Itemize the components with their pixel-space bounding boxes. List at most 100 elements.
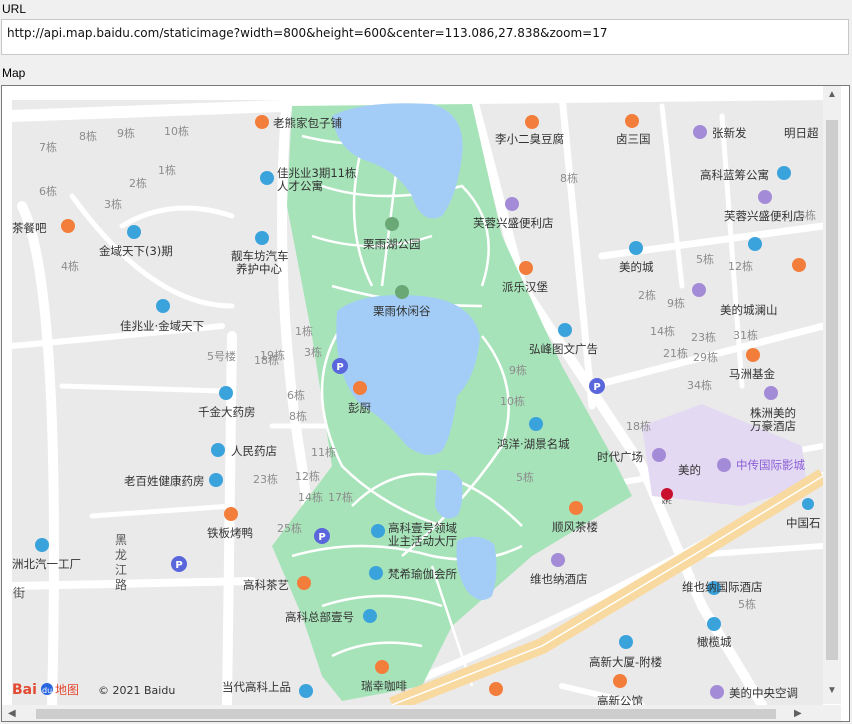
poi-marker <box>61 219 75 233</box>
poi-marker <box>558 323 572 337</box>
block-label: 5栋 <box>738 597 756 611</box>
svg-text:P: P <box>318 532 325 543</box>
poi-marker <box>297 576 311 590</box>
poi-marker <box>395 285 409 299</box>
scroll-right-icon[interactable]: ▶ <box>794 709 802 719</box>
poi-label: 美的 <box>678 463 701 477</box>
poi-marker <box>529 417 543 431</box>
poi-marker <box>209 473 223 487</box>
scroll-left-icon[interactable]: ◀ <box>8 709 16 719</box>
poi-label: 时代广场 <box>597 450 643 464</box>
poi-label: 高新公馆 <box>597 694 643 705</box>
poi-label: 高新大厦-附楼 <box>589 655 663 669</box>
poi-marker <box>777 166 791 180</box>
poi-label: 梵希瑜伽会所 <box>388 567 457 581</box>
poi-label: 李小二臭豆腐 <box>495 132 564 146</box>
scroll-down-icon[interactable]: ▼ <box>827 686 837 696</box>
poi-label: 万豪酒店 <box>750 419 796 433</box>
block-label: 23栋 <box>691 330 716 344</box>
poi-label: 芙蓉兴盛便利店 <box>473 216 554 230</box>
block-label: 6栋 <box>39 184 57 198</box>
poi-marker <box>802 498 814 510</box>
horizontal-scroll-thumb[interactable] <box>36 709 776 719</box>
kfc-label: KFC <box>662 500 672 506</box>
poi-label: 业主活动大厅 <box>388 534 457 548</box>
poi-label: 维也纳国际酒店 <box>682 580 763 594</box>
scrollbar-corner <box>823 705 841 721</box>
poi-label: 人才公寓 <box>277 179 323 193</box>
block-label: 31栋 <box>733 328 758 342</box>
block-label: 14栋 <box>650 324 675 338</box>
block-label: 1栋 <box>158 163 176 177</box>
poi-marker <box>525 115 539 129</box>
horizontal-scrollbar[interactable]: ◀ ▶ <box>2 705 841 721</box>
poi-marker <box>255 115 269 129</box>
map-viewport[interactable]: P P P P KFC 老熊家包子铺 李小二臭豆腐 卤三国 张新发 明日超 佳兆… <box>1 85 850 722</box>
logo-map: 地图 <box>55 683 79 697</box>
poi-label: 高科总部壹号 <box>285 610 354 624</box>
poi-marker <box>692 283 706 297</box>
poi-label: 高科蓝筹公寓 <box>700 168 769 182</box>
block-label: 8栋 <box>79 129 97 143</box>
poi-marker <box>693 125 707 139</box>
poi-label: 明日超 <box>784 126 819 140</box>
poi-marker <box>619 635 633 649</box>
poi-label: 老百姓健康药房 <box>124 474 205 488</box>
poi-marker <box>255 231 269 245</box>
block-label: 3栋 <box>104 197 122 211</box>
poi-marker <box>569 501 583 515</box>
block-label: 12栋 <box>295 469 320 483</box>
poi-label: 株洲美的 <box>750 406 796 420</box>
poi-marker <box>375 660 389 674</box>
copyright: © 2021 Baidu <box>98 684 175 697</box>
parking-icon: P <box>589 378 605 394</box>
poi-label: 洲北汽一工厂 <box>12 557 81 571</box>
poi-label: 当代高科上品 <box>222 680 291 694</box>
map-image[interactable]: P P P P KFC 老熊家包子铺 李小二臭豆腐 卤三国 张新发 明日超 佳兆… <box>2 86 823 705</box>
poi-marker <box>710 685 724 699</box>
logo-du: du <box>42 686 52 695</box>
poi-label: 高科茶艺 <box>243 578 289 592</box>
block-label: 11栋 <box>311 445 336 459</box>
url-input[interactable]: http://api.map.baidu.com/staticimage?wid… <box>1 19 849 55</box>
poi-marker <box>353 381 367 395</box>
block-label: 10栋 <box>164 124 189 138</box>
vertical-scroll-thumb[interactable] <box>826 120 838 660</box>
svg-text:P: P <box>175 560 182 571</box>
block-label: 5栋 <box>696 252 714 266</box>
poi-marker <box>127 225 141 239</box>
road-label: 江 <box>115 563 127 577</box>
poi-marker <box>746 348 760 362</box>
poi-label: 派乐汉堡 <box>502 280 548 294</box>
poi-marker <box>219 386 233 400</box>
block-label: 25栋 <box>277 521 302 535</box>
scroll-up-icon[interactable]: ▲ <box>827 90 837 100</box>
poi-label: 卤三国 <box>616 132 651 146</box>
map-label: Map <box>2 66 26 80</box>
road-label: 路 <box>115 577 127 592</box>
poi-label: 鸿洋·湖景名城 <box>497 437 570 451</box>
block-label: 9栋 <box>509 363 527 377</box>
poi-label: 养护中心 <box>236 262 282 276</box>
block-label: 18栋 <box>254 353 279 367</box>
poi-marker <box>551 553 565 567</box>
block-label: 17栋 <box>328 490 353 504</box>
block-label: 4栋 <box>61 259 79 273</box>
poi-label: 美的城 <box>619 260 654 274</box>
vertical-scrollbar[interactable]: ▲ ▼ <box>823 86 841 704</box>
svg-text:P: P <box>336 362 343 373</box>
poi-marker <box>764 386 778 400</box>
poi-marker <box>707 617 721 631</box>
block-label: 1栋 <box>295 324 313 338</box>
block-label: 5栋 <box>516 470 534 484</box>
poi-marker <box>363 609 377 623</box>
block-label: 12栋 <box>728 259 753 273</box>
poi-label: 佳兆业3期11栋 <box>277 166 357 180</box>
block-label: 18栋 <box>626 419 651 433</box>
block-label: 6栋 <box>287 388 305 402</box>
url-label: URL <box>2 2 27 16</box>
poi-marker <box>613 674 627 688</box>
poi-label: 金域天下(3)期 <box>99 244 173 258</box>
logo-text: Bai <box>12 682 37 698</box>
poi-label: 美的中央空调 <box>729 686 798 700</box>
